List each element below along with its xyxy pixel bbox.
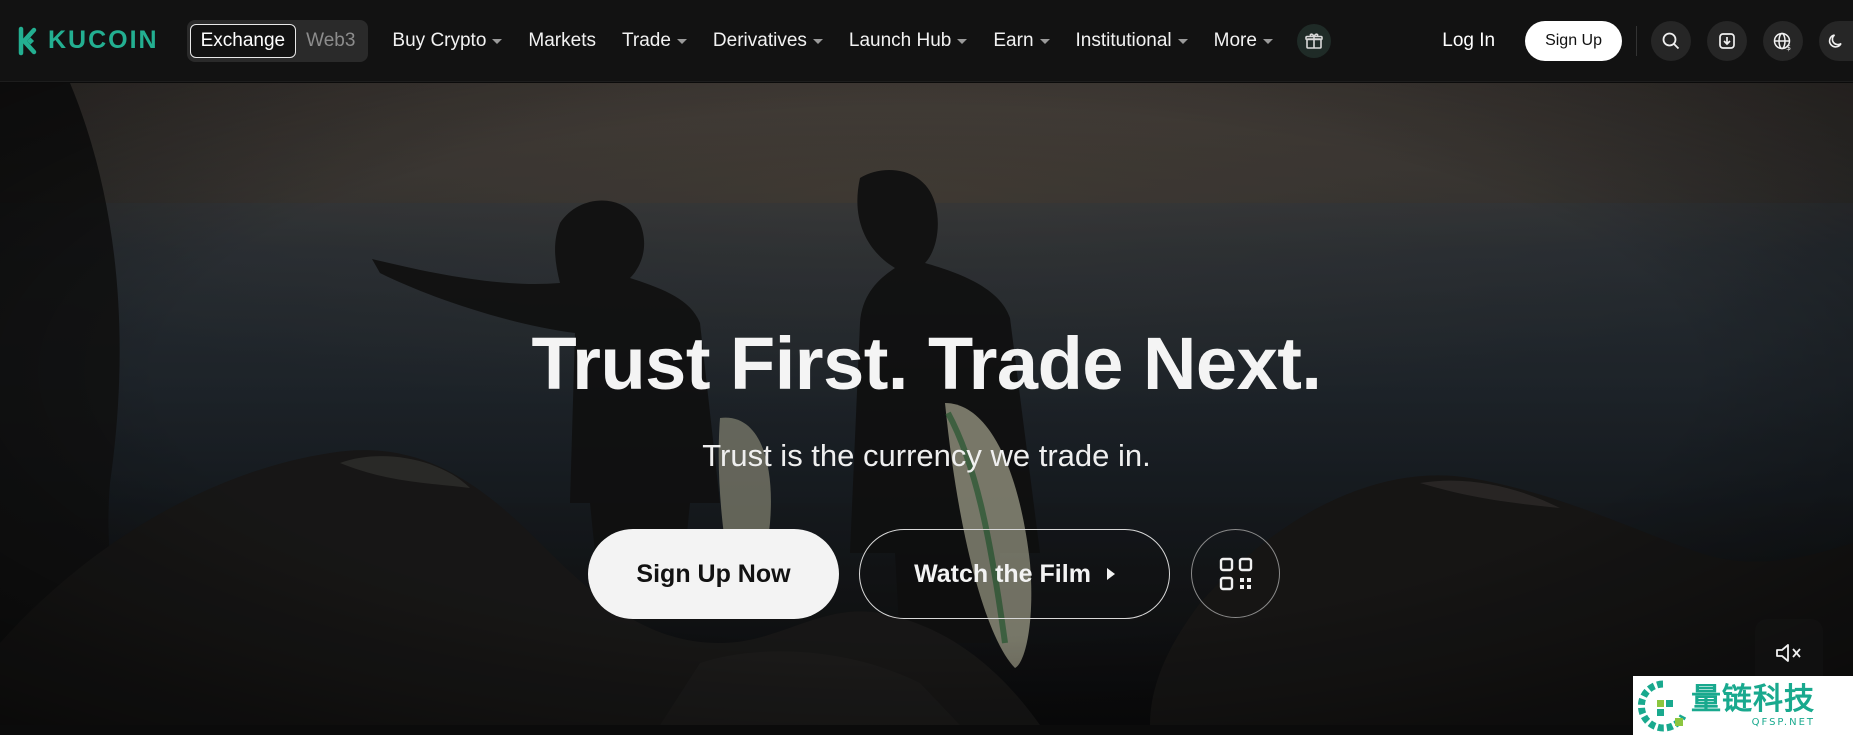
- chevron-down-icon: [1039, 39, 1050, 44]
- menu-item-launch-hub[interactable]: Launch Hub: [848, 29, 968, 52]
- menu-item-markets[interactable]: Markets: [528, 30, 596, 52]
- chevron-down-icon: [1177, 39, 1188, 44]
- hero-title: Trust First. Trade Next.: [531, 322, 1322, 405]
- menu-label: Institutional: [1075, 29, 1172, 51]
- menu-item-more[interactable]: More: [1214, 30, 1273, 52]
- theme-moon-icon: [1828, 34, 1842, 48]
- language-currency-icon: $: [1773, 32, 1791, 52]
- chevron-down-icon: [676, 39, 687, 44]
- menu-label: Trade: [621, 29, 671, 51]
- sign-up-now-button[interactable]: Sign Up Now: [588, 529, 839, 619]
- svg-text:$: $: [1786, 43, 1791, 52]
- kucoin-logo-icon: [18, 26, 37, 55]
- chevron-down-icon: [957, 39, 968, 44]
- header-actions: Log In Sign Up $: [1442, 0, 1853, 82]
- bottom-strip: [0, 725, 1853, 735]
- top-navbar: KUCOIN Exchange Web3 Buy Crypto Markets …: [0, 0, 1853, 82]
- login-link[interactable]: Log In: [1442, 30, 1495, 52]
- qr-code-icon: [1219, 557, 1252, 590]
- watch-film-button[interactable]: Watch the Film: [859, 529, 1170, 619]
- menu-item-institutional[interactable]: Institutional: [1076, 30, 1188, 52]
- menu-item-trade[interactable]: Trade: [622, 30, 687, 52]
- divider: [1636, 26, 1637, 56]
- chevron-down-icon: [812, 39, 823, 44]
- watch-film-label: Watch the Film: [914, 559, 1091, 588]
- menu-item-buy-crypto[interactable]: Buy Crypto: [392, 29, 503, 52]
- menu-label: Launch Hub: [848, 29, 952, 51]
- rewards-button[interactable]: [1296, 23, 1331, 58]
- search-button[interactable]: [1651, 21, 1691, 61]
- language-currency-button[interactable]: $: [1763, 21, 1803, 61]
- download-button[interactable]: [1707, 21, 1747, 61]
- menu-label: Markets: [528, 29, 596, 51]
- hero-section: Trust First. Trade Next. Trust is the cu…: [0, 83, 1853, 725]
- play-icon: [1106, 568, 1115, 580]
- theme-toggle-button[interactable]: [1819, 21, 1853, 61]
- download-icon: [1719, 33, 1735, 49]
- brand-name: KUCOIN: [48, 26, 159, 54]
- mute-icon: [1776, 644, 1801, 662]
- chevron-down-icon: [492, 39, 503, 44]
- mode-switch: Exchange Web3: [186, 19, 369, 62]
- tab-web3[interactable]: Web3: [296, 24, 365, 58]
- kucoin-logo[interactable]: KUCOIN: [12, 26, 159, 56]
- hero-subtitle: Trust is the currency we trade in.: [702, 438, 1151, 473]
- qr-code-button[interactable]: [1191, 529, 1280, 618]
- gift-icon: [1305, 32, 1323, 49]
- menu-label: More: [1213, 29, 1257, 51]
- chevron-down-icon: [1262, 39, 1273, 44]
- menu-item-earn[interactable]: Earn: [993, 29, 1050, 52]
- watermark-text: 量链科技 QFSP.NET: [1691, 681, 1815, 728]
- search-icon: [1662, 32, 1680, 50]
- watermark-logo-icon: [1637, 680, 1687, 731]
- signup-button[interactable]: Sign Up: [1525, 21, 1622, 61]
- hero-content: Trust First. Trade Next. Trust is the cu…: [0, 83, 1853, 725]
- menu-label: Derivatives: [712, 29, 807, 51]
- tab-exchange[interactable]: Exchange: [189, 23, 297, 58]
- watermark-en: QFSP.NET: [1751, 716, 1815, 728]
- menu-label: Earn: [993, 29, 1034, 51]
- menu-item-derivatives[interactable]: Derivatives: [713, 30, 823, 52]
- menu-label: Buy Crypto: [392, 29, 487, 51]
- watermark: 量链科技 QFSP.NET: [1633, 676, 1853, 735]
- watermark-cn: 量链科技: [1691, 681, 1815, 717]
- main-menu: Buy Crypto Markets Trade Derivatives Lau…: [392, 23, 1331, 58]
